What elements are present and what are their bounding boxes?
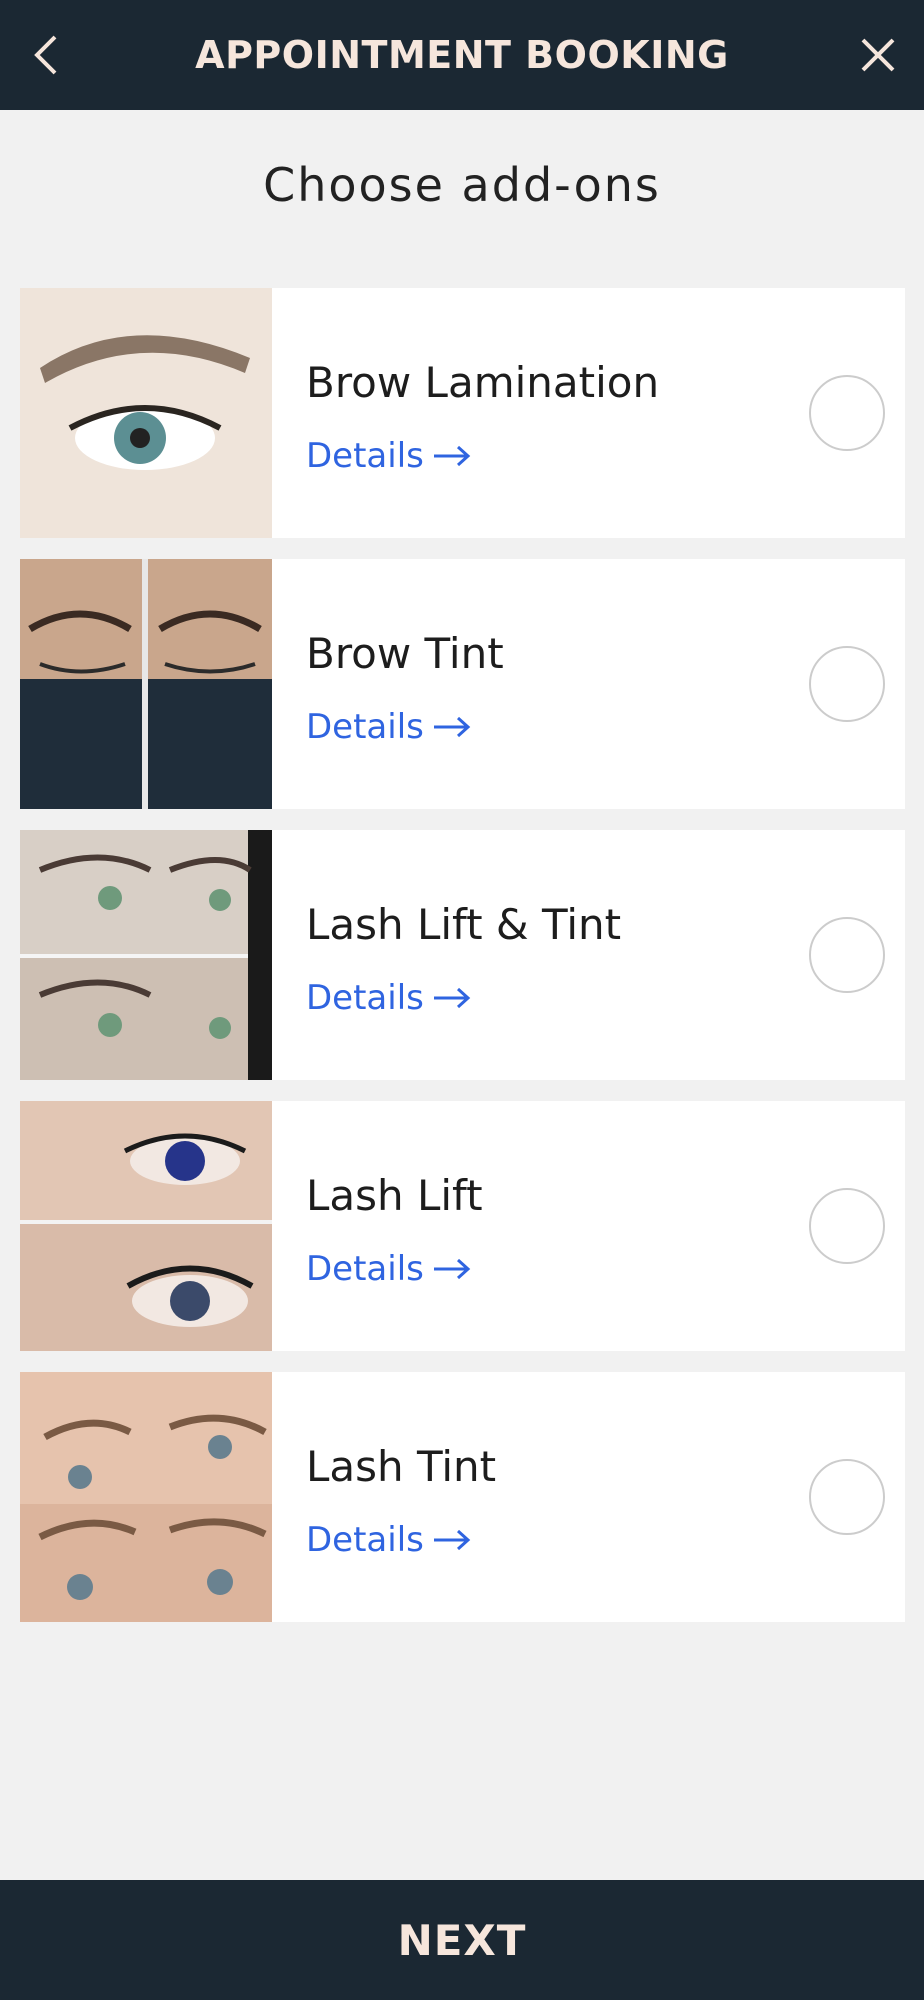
addon-image [20, 288, 272, 538]
addon-list: Brow Lamination Details Brow Tint Detail… [20, 288, 905, 1643]
next-button-label: NEXT [397, 1915, 527, 1965]
select-radio[interactable] [809, 375, 885, 451]
addon-name: Lash Tint [306, 1442, 497, 1491]
addon-card-lash-lift-tint[interactable]: Lash Lift & Tint Details [20, 830, 905, 1080]
addon-name: Lash Lift [306, 1171, 483, 1220]
select-radio[interactable] [809, 1188, 885, 1264]
section-heading: Choose add-ons [263, 158, 661, 212]
details-link[interactable]: Details [306, 1249, 472, 1289]
details-label: Details [306, 436, 424, 476]
next-button[interactable]: NEXT [0, 1880, 924, 2000]
select-radio[interactable] [809, 917, 885, 993]
arrow-right-icon [432, 1528, 472, 1552]
select-radio[interactable] [809, 646, 885, 722]
top-bar: APPOINTMENT BOOKING [0, 0, 924, 110]
arrow-right-icon [432, 986, 472, 1010]
arrow-right-icon [432, 715, 472, 739]
back-button[interactable] [18, 27, 74, 83]
details-link[interactable]: Details [306, 978, 472, 1018]
addon-image [20, 1101, 272, 1351]
details-link[interactable]: Details [306, 436, 472, 476]
details-label: Details [306, 1249, 424, 1289]
addon-image [20, 1372, 272, 1622]
close-icon [861, 38, 895, 72]
chevron-left-icon [34, 35, 57, 75]
close-button[interactable] [850, 27, 906, 83]
addon-card-brow-tint[interactable]: Brow Tint Details [20, 559, 905, 809]
addon-card-brow-lamination[interactable]: Brow Lamination Details [20, 288, 905, 538]
addon-name: Brow Tint [306, 629, 504, 678]
addon-name: Lash Lift & Tint [306, 900, 622, 949]
details-link[interactable]: Details [306, 1520, 472, 1560]
arrow-right-icon [432, 444, 472, 468]
addon-image [20, 559, 272, 809]
page-title: APPOINTMENT BOOKING [195, 33, 729, 77]
details-link[interactable]: Details [306, 707, 472, 747]
details-label: Details [306, 978, 424, 1018]
details-label: Details [306, 707, 424, 747]
addon-name: Brow Lamination [306, 358, 660, 407]
addon-card-lash-lift[interactable]: Lash Lift Details [20, 1101, 905, 1351]
addon-card-lash-tint[interactable]: Lash Tint Details [20, 1372, 905, 1622]
addon-image [20, 830, 272, 1080]
select-radio[interactable] [809, 1459, 885, 1535]
arrow-right-icon [432, 1257, 472, 1281]
details-label: Details [306, 1520, 424, 1560]
